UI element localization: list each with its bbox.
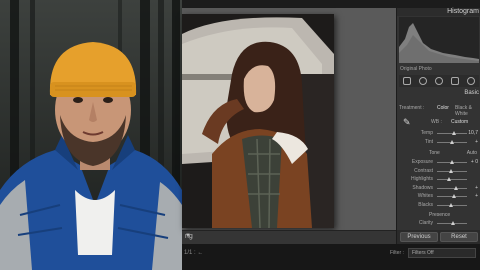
slider-knob[interactable] — [450, 221, 455, 225]
presence-label: Presence — [429, 212, 451, 218]
slider-whites[interactable]: Whites + — [399, 193, 479, 201]
treatment-color[interactable]: Color — [437, 105, 449, 111]
crop-tool-icon[interactable] — [403, 77, 411, 85]
slider-value: + — [475, 193, 478, 199]
wb-dropdown[interactable]: Custom — [451, 119, 468, 125]
slider-label: Contrast — [414, 167, 433, 174]
slider-track[interactable] — [437, 221, 467, 225]
slider-label: Clarity — [418, 220, 433, 226]
slider-label: Exposure — [411, 159, 433, 165]
previous-button[interactable]: Previous — [400, 232, 438, 242]
treatment-label: Treatment : — [399, 105, 425, 111]
basic-header[interactable]: Basic — [399, 90, 479, 98]
slider-value: + 0 — [470, 159, 478, 165]
treatment-row: Treatment : Color Black & White — [399, 105, 479, 117]
slider-knob[interactable] — [453, 185, 458, 190]
webcam-overlay — [0, 0, 182, 270]
slider-knob[interactable] — [449, 168, 454, 173]
slider-track[interactable] — [437, 160, 467, 164]
slider-value: + — [475, 139, 478, 145]
slider-knob[interactable] — [447, 177, 451, 181]
treatment-bw[interactable]: Black & White — [455, 105, 479, 117]
slider-tint[interactable]: Tint + — [399, 139, 479, 147]
reset-button[interactable]: Reset — [440, 232, 478, 242]
tone-label: Tone — [429, 150, 440, 156]
basic-title: Basic — [464, 90, 479, 96]
slider-track[interactable] — [437, 185, 467, 190]
slider-value: + — [475, 184, 478, 191]
histogram — [399, 17, 479, 63]
red-eye-icon[interactable] — [435, 77, 443, 85]
slider-highlights[interactable]: Highlights — [399, 176, 479, 184]
slider-track[interactable] — [437, 131, 467, 135]
slider-track[interactable] — [437, 177, 467, 181]
slider-shadows[interactable]: Shadows + — [399, 185, 479, 193]
slider-temp[interactable]: Temp 10,7 — [399, 130, 479, 138]
panel-buttons: Previous Reset — [397, 230, 480, 244]
slider-label: Whites — [417, 193, 433, 199]
eyedropper-icon[interactable]: ✎ — [403, 117, 413, 127]
filter-dropdown[interactable]: Filters Off — [408, 248, 476, 258]
spot-removal-icon[interactable] — [419, 77, 427, 85]
lightroom-window: ng ▼ 1/1 : ← Filter : Filters Off Histog… — [182, 0, 480, 270]
develop-panel: Histogram Original Photo Basic Treatment… — [396, 8, 480, 244]
slider-label: Temp — [420, 130, 433, 136]
slider-track[interactable] — [437, 202, 467, 207]
slider-knob[interactable] — [450, 160, 454, 164]
slider-track[interactable] — [437, 168, 467, 173]
filmstrip-bar: ng ▼ — [182, 230, 396, 244]
slider-label: Highlights — [411, 176, 433, 182]
filmstrip-dropdown-icon[interactable]: ▼ — [185, 233, 392, 239]
original-photo-label: Original Photo — [400, 66, 432, 72]
presenter-video — [0, 0, 182, 270]
wb-label: WB : — [431, 119, 442, 125]
slider-knob[interactable] — [450, 140, 454, 144]
radial-filter-icon[interactable] — [467, 77, 475, 85]
tool-strip — [399, 75, 479, 87]
slider-label: Shadows — [412, 184, 433, 191]
slider-track[interactable] — [437, 194, 467, 198]
histogram-title: Histogram — [447, 8, 479, 15]
page-indicator: 1/1 : ← — [184, 250, 204, 256]
slider-blacks[interactable]: Blacks — [399, 202, 479, 210]
image-canvas[interactable] — [182, 8, 396, 230]
slider-contrast[interactable]: Contrast — [399, 168, 479, 176]
edited-photo — [182, 14, 334, 228]
slider-track[interactable] — [437, 140, 467, 144]
tone-auto[interactable]: Auto — [467, 150, 477, 156]
slider-exposure[interactable]: Exposure + 0 — [399, 159, 479, 167]
slider-knob[interactable] — [451, 131, 456, 135]
slider-clarity[interactable]: Clarity — [399, 220, 479, 228]
slider-knob[interactable] — [452, 194, 457, 198]
top-strip — [182, 0, 480, 8]
graduated-filter-icon[interactable] — [451, 77, 459, 85]
histogram-header: Histogram — [397, 8, 480, 16]
slider-label: Blacks — [418, 201, 433, 208]
slider-label: Tint — [424, 139, 433, 145]
bottom-bar: 1/1 : ← Filter : Filters Off — [182, 244, 480, 270]
filter-label: Filter : — [390, 250, 404, 256]
slider-value: 10,7 — [468, 130, 478, 136]
slider-knob[interactable] — [448, 202, 453, 207]
